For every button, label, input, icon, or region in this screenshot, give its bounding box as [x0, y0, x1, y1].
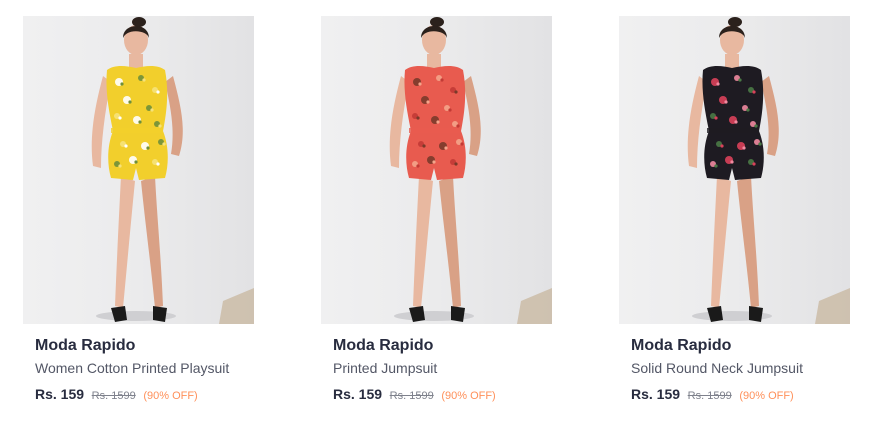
product-info: Moda Rapido Women Cotton Printed Playsui… [23, 324, 254, 405]
product-mrp: Rs. 1599 [389, 390, 434, 402]
price-row: Rs. 159 Rs. 1599 (90% OFF) [333, 386, 552, 405]
product-image[interactable] [619, 16, 850, 324]
model-illustration [321, 16, 552, 324]
price-row: Rs. 159 Rs. 1599 (90% OFF) [35, 386, 254, 405]
product-price: Rs. 159 [631, 386, 681, 402]
product-price: Rs. 159 [333, 386, 383, 402]
product-info: Moda Rapido Solid Round Neck Jumpsuit Rs… [619, 324, 850, 405]
product-name: Solid Round Neck Jumpsuit [631, 360, 803, 376]
product-name: Women Cotton Printed Playsuit [35, 360, 230, 376]
product-info: Moda Rapido Printed Jumpsuit Rs. 159 Rs.… [321, 324, 552, 405]
product-brand: Moda Rapido [333, 337, 434, 354]
model-illustration [23, 16, 254, 324]
product-card[interactable]: Moda Rapido Printed Jumpsuit Rs. 159 Rs.… [321, 16, 552, 426]
product-mrp: Rs. 1599 [687, 390, 732, 402]
product-card[interactable]: Moda Rapido Women Cotton Printed Playsui… [23, 16, 254, 426]
model-illustration [619, 16, 850, 324]
product-image[interactable] [23, 16, 254, 324]
price-row: Rs. 159 Rs. 1599 (90% OFF) [631, 386, 850, 405]
product-brand: Moda Rapido [35, 337, 136, 354]
product-mrp: Rs. 1599 [91, 390, 136, 402]
product-discount: (90% OFF) [143, 390, 198, 402]
product-discount: (90% OFF) [739, 390, 794, 402]
product-name: Printed Jumpsuit [333, 360, 438, 376]
product-brand: Moda Rapido [631, 337, 732, 354]
product-discount: (90% OFF) [441, 390, 496, 402]
product-card[interactable]: Moda Rapido Solid Round Neck Jumpsuit Rs… [619, 16, 850, 426]
product-image[interactable] [321, 16, 552, 324]
product-grid: Moda Rapido Women Cotton Printed Playsui… [0, 0, 890, 437]
product-price: Rs. 159 [35, 386, 85, 402]
